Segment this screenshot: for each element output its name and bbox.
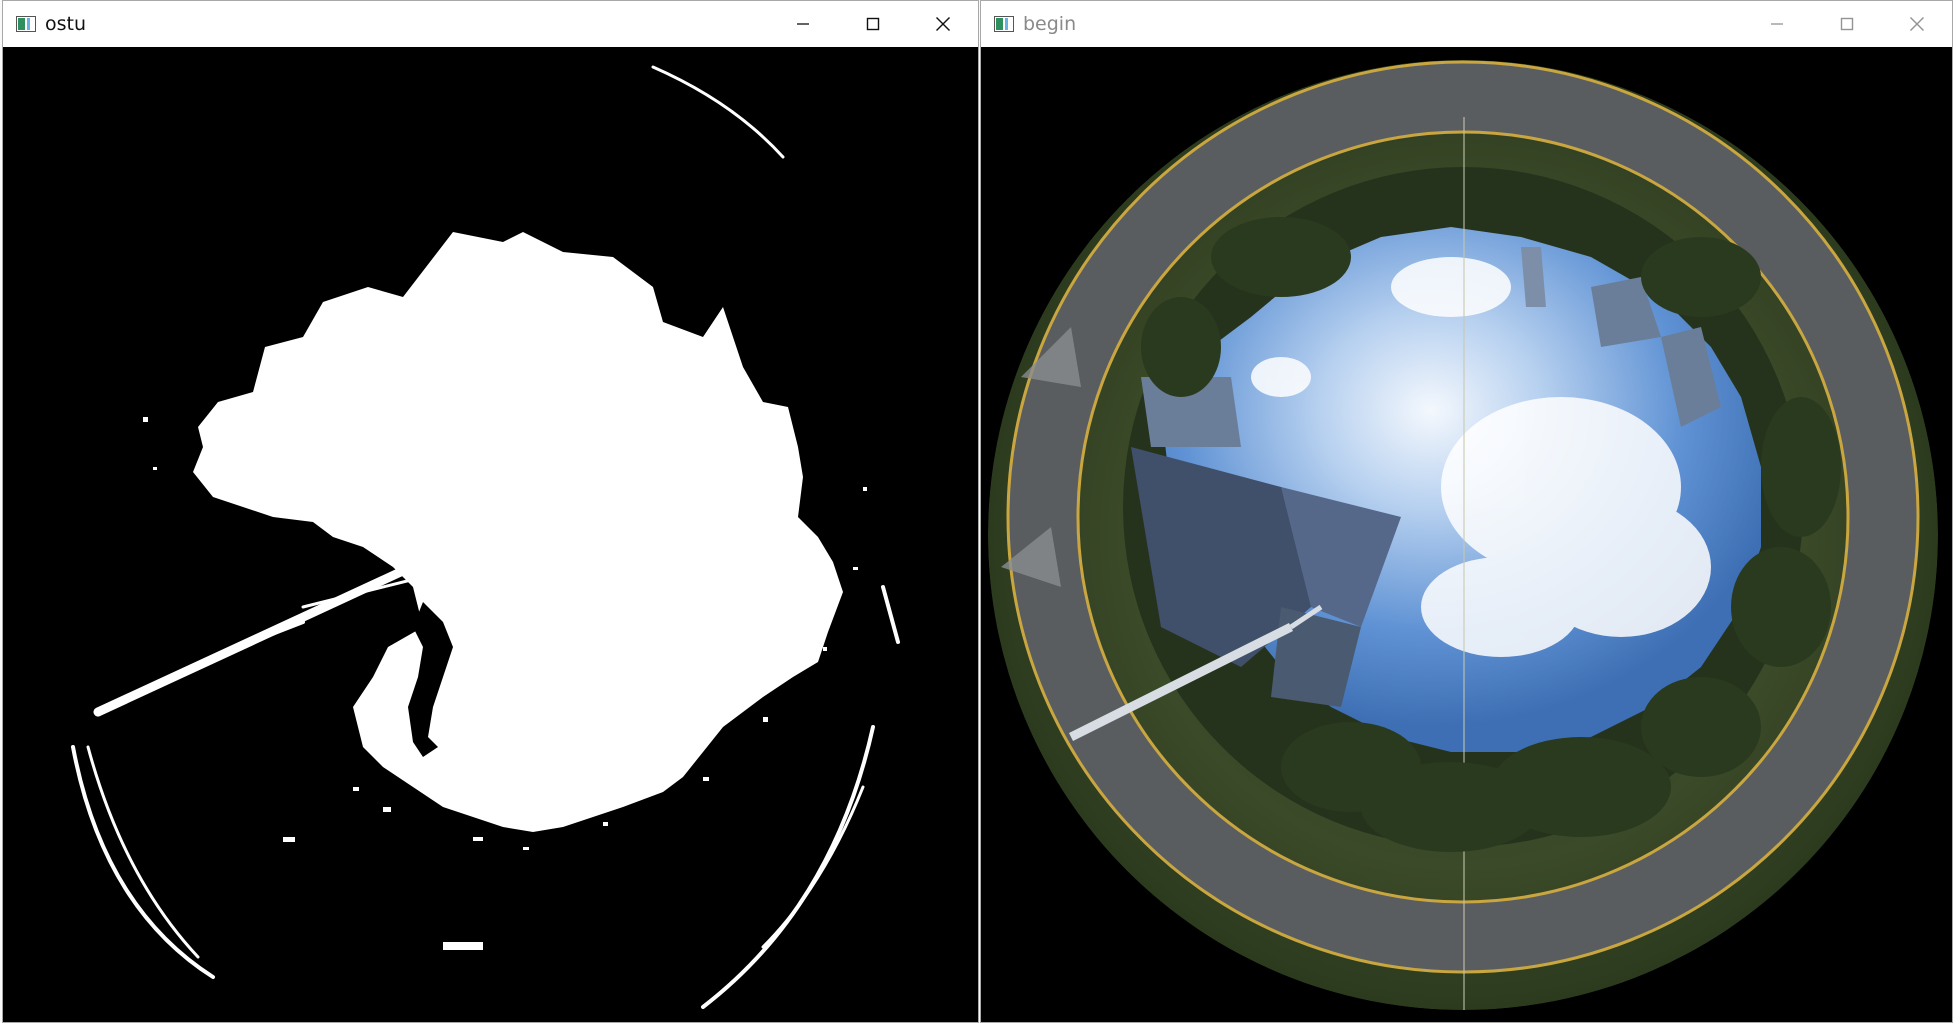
begin-window[interactable]: begin xyxy=(980,0,1953,1023)
begin-titlebar[interactable]: begin xyxy=(981,1,1952,47)
maximize-button[interactable] xyxy=(1812,1,1882,47)
begin-window-title: begin xyxy=(1023,13,1077,35)
maximize-icon xyxy=(1840,17,1854,31)
app-icon xyxy=(15,15,37,33)
maximize-icon xyxy=(866,17,880,31)
begin-image-canvas xyxy=(981,47,1952,1022)
ostu-titlebar[interactable]: ostu xyxy=(3,1,978,47)
minimize-icon xyxy=(1771,23,1783,25)
desktop: ostu begin xyxy=(0,0,1953,1023)
app-icon xyxy=(993,15,1015,33)
ostu-window[interactable]: ostu xyxy=(2,0,979,1023)
ostu-window-controls xyxy=(768,1,978,47)
minimize-button[interactable] xyxy=(1742,1,1812,47)
close-icon xyxy=(936,17,950,31)
close-icon xyxy=(1910,17,1924,31)
close-button[interactable] xyxy=(1882,1,1952,47)
begin-window-controls xyxy=(1742,1,1952,47)
ostu-window-title: ostu xyxy=(45,13,87,35)
binary-threshold-image xyxy=(3,47,978,1022)
minimize-icon xyxy=(797,23,809,25)
ostu-image-canvas xyxy=(3,47,978,1022)
minimize-button[interactable] xyxy=(768,1,838,47)
fisheye-sky-photo xyxy=(981,47,1952,1022)
close-button[interactable] xyxy=(908,1,978,47)
maximize-button[interactable] xyxy=(838,1,908,47)
